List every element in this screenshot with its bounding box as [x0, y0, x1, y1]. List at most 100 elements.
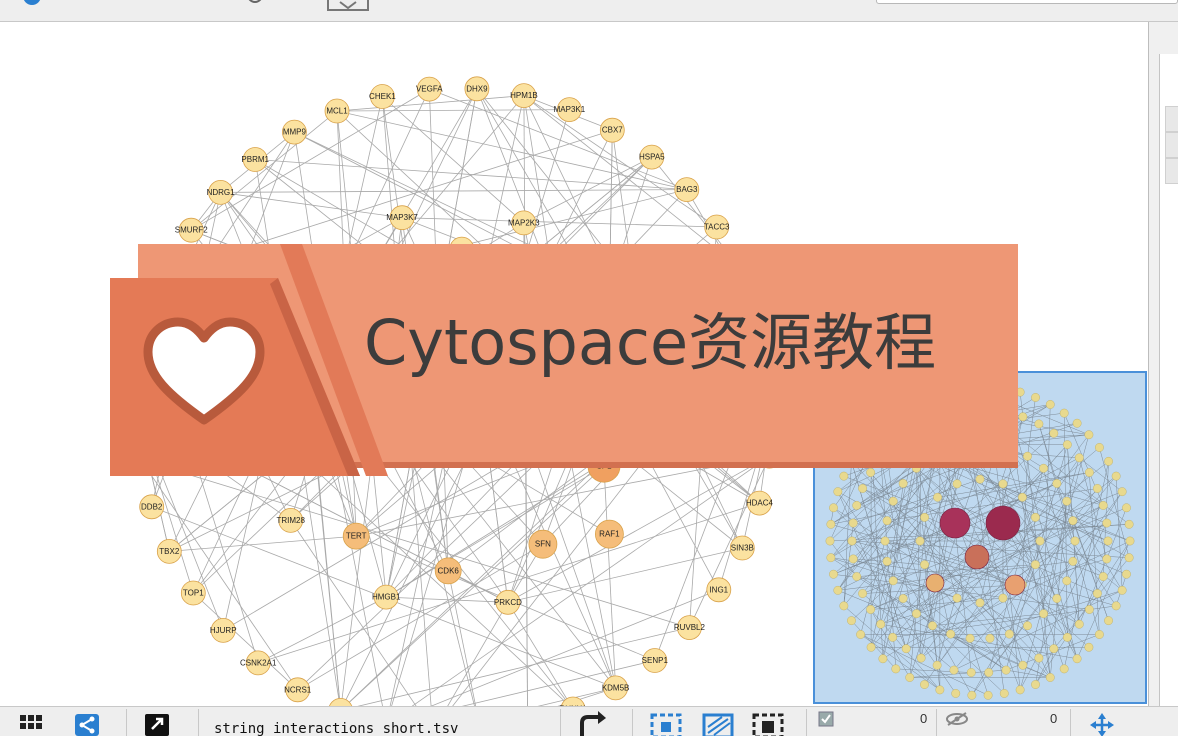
network-node[interactable]: SMURF2: [175, 217, 208, 243]
node-label: PRKCD: [494, 598, 522, 607]
overview-node: [967, 690, 977, 700]
overview-node: [1034, 653, 1044, 663]
overview-node: [916, 653, 926, 663]
network-node[interactable]: TERT: [342, 522, 370, 550]
navigate-icon[interactable]: [1088, 711, 1116, 736]
network-node[interactable]: HSPA5: [639, 144, 665, 170]
network-node[interactable]: BAG3: [674, 177, 700, 203]
network-node[interactable]: CBX7: [599, 117, 625, 143]
overview-node: [1018, 492, 1027, 502]
overview-node: [1049, 644, 1059, 654]
zoom-selected-icon[interactable]: [650, 711, 682, 736]
overview-node: [1031, 560, 1040, 570]
overview-node: [1023, 451, 1032, 461]
search-input[interactable]: [876, 0, 1178, 4]
overview-node: [983, 690, 993, 700]
network-node[interactable]: SIN3B: [729, 535, 755, 561]
table-cell[interactable]: [1165, 106, 1178, 132]
overview-node: [848, 518, 858, 528]
network-node[interactable]: SENP1: [642, 648, 669, 673]
overview-node: [880, 536, 890, 546]
overview-node: [888, 576, 898, 586]
network-node[interactable]: CDK6: [434, 557, 462, 585]
expand-icon[interactable]: [144, 711, 170, 736]
network-node[interactable]: TOP1: [180, 580, 206, 606]
network-node[interactable]: TBX2: [156, 539, 182, 564]
network-node[interactable]: HPM1B: [510, 83, 538, 108]
network-node[interactable]: VEGFA: [416, 76, 443, 102]
node-label: MAP3K7: [386, 213, 418, 222]
separator: [126, 709, 127, 736]
network-node[interactable]: CSNK2A1: [240, 650, 277, 676]
overview-node: [1001, 665, 1011, 675]
network-node[interactable]: MAP2K3: [508, 210, 540, 236]
overview-edge: [860, 634, 941, 691]
overview-node: [839, 601, 849, 611]
network-node[interactable]: DEK: [329, 698, 353, 706]
overview-node: [1093, 484, 1102, 493]
fit-icon[interactable]: [752, 711, 784, 736]
overview-node: [1068, 556, 1078, 566]
overview-node: [858, 484, 867, 493]
logo-icon[interactable]: [20, 0, 44, 8]
export-arrow-icon[interactable]: [578, 711, 608, 736]
export-image-icon[interactable]: [326, 0, 370, 14]
grid-icon[interactable]: [18, 711, 44, 736]
overview-edge: [1006, 669, 1051, 678]
checkbox-icon[interactable]: [818, 711, 834, 727]
node-label: NDRG1: [207, 188, 236, 197]
network-node[interactable]: HMGB1: [372, 584, 401, 610]
network-node[interactable]: PRKCD: [494, 589, 522, 615]
eye-hidden-icon[interactable]: [944, 711, 970, 727]
overview-node: [1095, 443, 1104, 452]
overview-hub-node: [985, 505, 1021, 541]
network-node[interactable]: RAF1: [595, 519, 624, 549]
node-label: SFN: [535, 540, 551, 549]
table-cell[interactable]: [1165, 158, 1178, 184]
search-icon[interactable]: [244, 0, 266, 8]
overview-node: [1084, 642, 1094, 652]
overview-node: [1018, 660, 1028, 670]
grid-icon[interactable]: [120, 0, 142, 8]
node-label: ING1: [709, 585, 728, 594]
separator: [1070, 709, 1071, 736]
overview-node: [1062, 632, 1072, 642]
overview-node: [1062, 496, 1072, 506]
network-node[interactable]: TRIM28: [276, 507, 305, 533]
separator: [936, 709, 937, 736]
overview-node: [848, 554, 858, 564]
node-label: KDM5B: [602, 683, 630, 692]
separator: [198, 709, 199, 736]
network-node[interactable]: DHX9: [464, 76, 490, 102]
node-label: HSPA5: [639, 153, 665, 162]
share-network-icon[interactable]: [74, 711, 100, 736]
network-node[interactable]: KDM5B: [602, 675, 630, 701]
overview-node: [998, 593, 1008, 603]
overview-node: [965, 633, 975, 643]
node-label: RAF1: [599, 530, 620, 539]
network-node[interactable]: HJURP: [210, 618, 237, 643]
network-node[interactable]: ING1: [706, 577, 732, 603]
overview-node: [1125, 536, 1135, 546]
network-node[interactable]: MCL1: [324, 98, 350, 124]
overview-node: [1124, 519, 1134, 529]
separator: [806, 709, 807, 736]
overview-hub-node: [1004, 574, 1026, 596]
node-label: TACC3: [704, 223, 730, 232]
overview-node: [1111, 601, 1121, 611]
network-node[interactable]: RUVBL2: [674, 615, 706, 640]
network-node[interactable]: DDB2: [139, 494, 165, 520]
network-node[interactable]: SFN: [528, 529, 558, 559]
node-label: VEGFA: [416, 85, 443, 94]
overview-node: [866, 605, 876, 614]
zoom-out-icon[interactable]: [702, 711, 734, 736]
table-cell[interactable]: [1165, 132, 1178, 158]
overview-node: [1062, 576, 1072, 586]
overview-edge: [851, 540, 971, 639]
network-node[interactable]: TACC3: [704, 214, 730, 240]
network-node[interactable]: MMP9: [281, 119, 307, 145]
overview-node: [1049, 428, 1059, 438]
overview-node: [866, 642, 876, 652]
share-icon[interactable]: [184, 0, 204, 8]
overview-node: [1103, 536, 1113, 546]
